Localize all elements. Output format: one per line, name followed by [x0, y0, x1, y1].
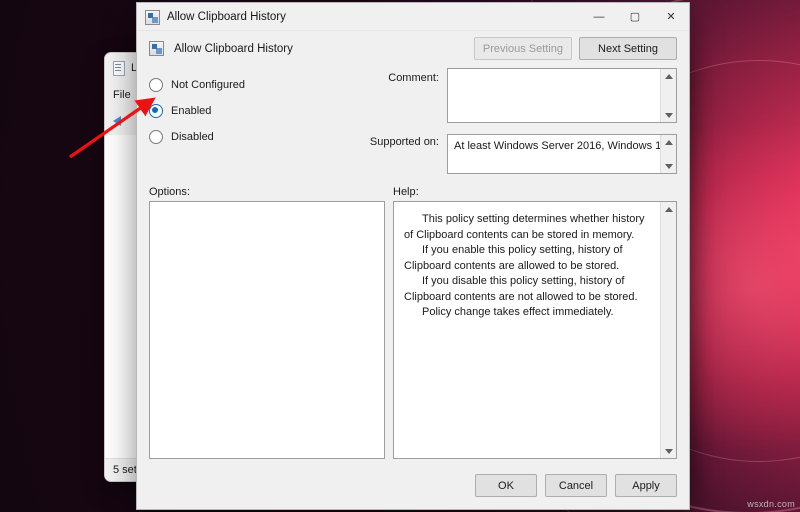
radio-enabled-indicator[interactable]: [149, 104, 163, 118]
setting-navigation[interactable]: Previous Setting Next Setting: [474, 37, 677, 60]
radio-not-configured[interactable]: Not Configured: [149, 72, 365, 98]
radio-disabled[interactable]: Disabled: [149, 124, 365, 150]
help-scroll-down-icon[interactable]: [661, 444, 676, 458]
options-label: Options:: [149, 186, 393, 198]
dialog-panes: This policy setting determines whether h…: [137, 201, 689, 459]
ok-button[interactable]: OK: [475, 474, 537, 497]
radio-not-configured-label: Not Configured: [171, 79, 245, 91]
help-paragraph-1: This policy setting determines whether h…: [404, 212, 648, 243]
dialog-top-section: Not Configured Enabled Disabled Comment:…: [137, 68, 689, 174]
supported-on-scrollbar[interactable]: [660, 135, 676, 173]
help-text: This policy setting determines whether h…: [394, 202, 660, 321]
close-button[interactable]: ✕: [653, 3, 689, 30]
apply-button[interactable]: Apply: [615, 474, 677, 497]
help-pane[interactable]: This policy setting determines whether h…: [393, 201, 677, 459]
radio-enabled[interactable]: Enabled: [149, 98, 365, 124]
help-label: Help:: [393, 186, 419, 198]
minimize-button[interactable]: —: [581, 3, 617, 30]
pane-labels: Options: Help:: [137, 174, 689, 201]
supported-scroll-down-icon[interactable]: [661, 159, 676, 173]
radio-disabled-label: Disabled: [171, 131, 214, 143]
supported-on-textarea[interactable]: At least Windows Server 2016, Windows 10: [447, 134, 677, 174]
back-arrow-icon[interactable]: [111, 112, 129, 130]
help-paragraph-2: If you enable this policy setting, histo…: [404, 243, 648, 274]
menu-file[interactable]: File: [113, 89, 131, 101]
help-scrollbar[interactable]: [660, 202, 676, 458]
dialog-titlebar[interactable]: Allow Clipboard History — ▢ ✕: [137, 3, 689, 31]
dialog-fields: At least Windows Server 2016, Windows 10: [447, 68, 677, 174]
dialog-header-title: Allow Clipboard History: [174, 43, 474, 55]
policy-editor-icon: [111, 61, 125, 75]
help-paragraph-3: If you disable this policy setting, hist…: [404, 274, 648, 305]
previous-setting-button[interactable]: Previous Setting: [474, 37, 572, 60]
comment-scrollbar[interactable]: [660, 69, 676, 122]
supported-scroll-up-icon[interactable]: [661, 135, 676, 149]
watermark: wsxdn.com: [747, 499, 795, 509]
screen: Loc... File dev 5 setting Allow Clip: [0, 0, 800, 512]
dialog-header: Allow Clipboard History Previous Setting…: [137, 31, 689, 68]
comment-label-column: Comment: Supported on:: [365, 68, 447, 174]
supported-on-label: Supported on:: [365, 136, 439, 148]
comment-label: Comment:: [365, 72, 439, 84]
options-pane[interactable]: [149, 201, 385, 459]
dialog-title: Allow Clipboard History: [167, 11, 581, 23]
supported-on-value: At least Windows Server 2016, Windows 10: [454, 140, 667, 152]
help-paragraph-4: Policy change takes effect immediately.: [404, 305, 648, 321]
help-scroll-up-icon[interactable]: [661, 202, 676, 216]
policy-setting-header-icon: [149, 40, 166, 57]
comment-textarea[interactable]: [447, 68, 677, 123]
cancel-button[interactable]: Cancel: [545, 474, 607, 497]
dialog-footer[interactable]: OK Cancel Apply: [475, 474, 677, 497]
radio-disabled-indicator[interactable]: [149, 130, 163, 144]
state-radio-group[interactable]: Not Configured Enabled Disabled: [149, 68, 365, 174]
next-setting-button[interactable]: Next Setting: [579, 37, 677, 60]
comment-scroll-up-icon[interactable]: [661, 69, 676, 83]
radio-not-configured-indicator[interactable]: [149, 78, 163, 92]
comment-scroll-down-icon[interactable]: [661, 108, 676, 122]
window-controls[interactable]: — ▢ ✕: [581, 3, 689, 30]
radio-enabled-label: Enabled: [171, 105, 211, 117]
allow-clipboard-history-dialog[interactable]: Allow Clipboard History — ▢ ✕ Allow Clip…: [136, 2, 690, 510]
policy-setting-icon: [145, 9, 160, 24]
maximize-button[interactable]: ▢: [617, 3, 653, 30]
